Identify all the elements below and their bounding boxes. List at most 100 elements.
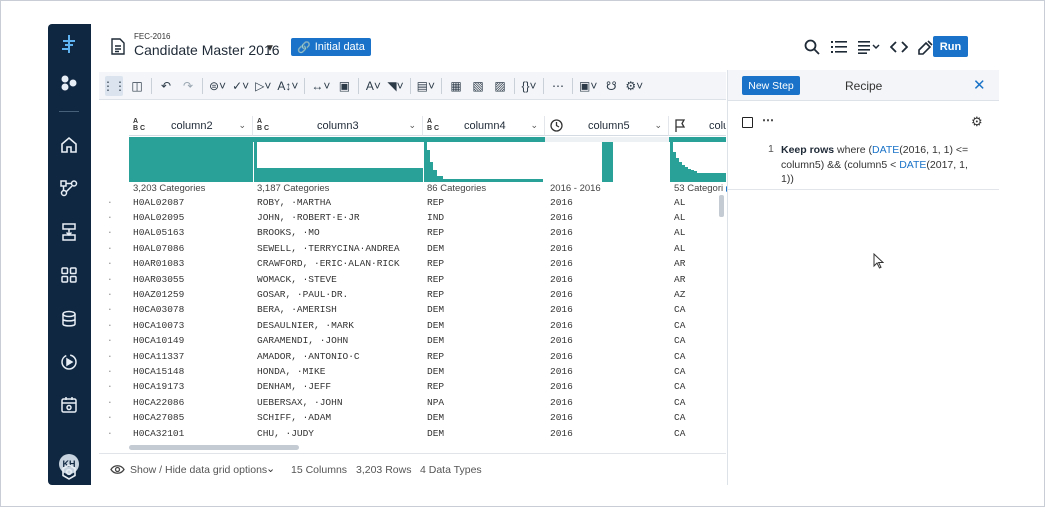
merge-icon[interactable]: ☋ — [603, 76, 619, 96]
table-cell[interactable]: 2016 — [550, 412, 573, 423]
table-cell[interactable]: REP — [427, 197, 444, 208]
table-row[interactable]: · H0CA03078 BERA, ·AMERISH DEM 2016 CA — [99, 303, 726, 318]
table-cell[interactable]: 2016 — [550, 274, 573, 285]
plans-icon[interactable] — [59, 222, 79, 242]
table-cell[interactable]: DEM — [427, 243, 444, 254]
chevron-down-icon[interactable]: ⌄ — [238, 120, 246, 131]
more-options-icon[interactable]: ⋯ — [550, 76, 566, 96]
table-cell[interactable]: SCHIFF, ·ADAM — [257, 412, 331, 423]
table-row[interactable]: · H0AL02095 JOHN, ·ROBERT·E·JR IND 2016 AL — [99, 211, 726, 226]
table-cell[interactable]: IND — [427, 212, 444, 223]
table-cell[interactable]: H0AL05163 — [133, 227, 184, 238]
table-cell[interactable]: CA — [674, 335, 685, 346]
table-row[interactable]: · H0CA32101 CHU, ·JUDY DEM 2016 CA — [99, 427, 726, 442]
table-cell[interactable]: H0CA32101 — [133, 428, 184, 439]
more-options-icon[interactable]: ⋯ — [762, 113, 774, 127]
table-cell[interactable]: 2016 — [550, 366, 573, 377]
table-row[interactable]: · H0AL05163 BROOKS, ·MO REP 2016 AL — [99, 226, 726, 241]
table-cell[interactable]: DEM — [427, 428, 444, 439]
table-cell[interactable]: WOMACK, ·STEVE — [257, 274, 337, 285]
column-details-icon[interactable] — [857, 38, 881, 56]
table-cell[interactable]: REP — [427, 289, 444, 300]
table-cell[interactable]: 2016 — [550, 397, 573, 408]
table-cell[interactable]: DEM — [427, 304, 444, 315]
table-cell[interactable]: ROBY, ·MARTHA — [257, 197, 331, 208]
settings-sliders-icon[interactable]: ⚙˅ — [625, 76, 643, 96]
table-cell[interactable]: SEWELL, ·TERRYCINA·ANDREA — [257, 243, 400, 254]
library-grid-icon[interactable] — [59, 265, 79, 285]
split-column-icon[interactable]: ▣ — [336, 76, 352, 96]
horizontal-scrollbar[interactable] — [129, 445, 299, 450]
table-row[interactable]: · H0CA10073 DESAULNIER, ·MARK DEM 2016 CA — [99, 319, 726, 334]
table-cell[interactable]: H0CA10149 — [133, 335, 184, 346]
recipe-step[interactable]: Keep rows where (DATE(2016, 1, 1) <= col… — [781, 143, 981, 187]
table-cell[interactable]: GARAMENDI, ·JOHN — [257, 335, 348, 346]
table-cell[interactable]: REP — [427, 274, 444, 285]
table-cell[interactable]: AMADOR, ·ANTONIO·C — [257, 351, 360, 362]
clean-icon[interactable]: ◥˅ — [387, 76, 403, 96]
select-icon[interactable]: ▣˅ — [579, 76, 597, 96]
table-cell[interactable]: DEM — [427, 335, 444, 346]
table-cell[interactable]: AL — [674, 212, 685, 223]
table-cell[interactable]: H0CA27085 — [133, 412, 184, 423]
table-row[interactable]: · H0CA27085 SCHIFF, ·ADAM DEM 2016 CA — [99, 411, 726, 426]
table-cell[interactable]: 2016 — [550, 212, 573, 223]
eye-icon[interactable] — [110, 464, 125, 478]
group-icon[interactable]: ▤˅ — [417, 76, 435, 96]
table-cell[interactable]: H0AL02087 — [133, 197, 184, 208]
table-cell[interactable]: AZ — [674, 289, 685, 300]
move-column-icon[interactable]: ↔˅ — [311, 76, 330, 96]
column3-histogram[interactable] — [253, 137, 423, 182]
table-cell[interactable]: DEM — [427, 320, 444, 331]
table-row[interactable]: · H0CA11337 AMADOR, ·ANTONIO·C REP 2016 CA — [99, 350, 726, 365]
table-row[interactable]: · H0CA15148 HONDA, ·MIKE DEM 2016 CA — [99, 365, 726, 380]
table-cell[interactable]: NPA — [427, 397, 444, 408]
table-cell[interactable]: BERA, ·AMERISH — [257, 304, 337, 315]
table-cell[interactable]: REP — [427, 227, 444, 238]
app-logo-icon[interactable] — [59, 34, 79, 54]
flows-icon[interactable] — [59, 73, 79, 93]
table-cell[interactable]: CA — [674, 366, 685, 377]
table-cell[interactable]: CA — [674, 351, 685, 362]
table-cell[interactable]: H0CA11337 — [133, 351, 184, 362]
columns-view-icon[interactable]: ◫ — [129, 76, 145, 96]
undo-icon[interactable]: ↶ — [158, 76, 174, 96]
table-cell[interactable]: CA — [674, 320, 685, 331]
table-row[interactable]: · H0AL07086 SEWELL, ·TERRYCINA·ANDREA DEM 20… — [99, 242, 726, 257]
table-cell[interactable]: REP — [427, 381, 444, 392]
redo-icon[interactable]: ↷ — [180, 76, 196, 96]
chevron-down-icon[interactable]: ⌄ — [654, 120, 662, 131]
table-cell[interactable]: 2016 — [550, 428, 573, 439]
table-row[interactable]: · H0CA22086 UEBERSAX, ·JOHN NPA 2016 CA — [99, 396, 726, 411]
table-row[interactable]: · H0AR01083 CRAWFORD, ·ERIC·ALAN·RICK REP 20… — [99, 257, 726, 272]
table-cell[interactable]: DESAULNIER, ·MARK — [257, 320, 354, 331]
dataset-title[interactable]: Candidate Master 2016 — [134, 42, 280, 58]
table-cell[interactable]: H0CA03078 — [133, 304, 184, 315]
table-cell[interactable]: HONDA, ·MIKE — [257, 366, 325, 377]
table-cell[interactable]: H0AZ01259 — [133, 289, 184, 300]
table-cell[interactable]: 2016 — [550, 243, 573, 254]
table-cell[interactable]: AL — [674, 227, 685, 238]
chevron-down-icon[interactable]: ⌄ — [530, 120, 538, 131]
table-cell[interactable]: CA — [674, 304, 685, 315]
table-cell[interactable]: 2016 — [550, 335, 573, 346]
table-cell[interactable]: REP — [427, 258, 444, 269]
table-cell[interactable]: JOHN, ·ROBERT·E·JR — [257, 212, 360, 223]
column4-histogram[interactable] — [423, 137, 545, 182]
table-cell[interactable]: H0CA10073 — [133, 320, 184, 331]
table-cell[interactable]: CA — [674, 412, 685, 423]
pivot-icon[interactable]: ▦ — [448, 76, 464, 96]
table-row[interactable]: · H0AL02087 ROBY, ·MARTHA REP 2016 AL — [99, 196, 726, 211]
column-header-column2[interactable]: AB C column2 ⌄ — [129, 116, 253, 136]
flow-diagram-icon[interactable] — [59, 178, 79, 198]
run-button[interactable]: Run — [933, 36, 968, 57]
table-cell[interactable]: 2016 — [550, 258, 573, 269]
list-icon[interactable] — [830, 38, 848, 56]
table-row[interactable]: · H0AZ01259 GOSAR, ·PAUL·DR. REP 2016 AZ — [99, 288, 726, 303]
chevron-down-icon[interactable]: ⌄ — [266, 462, 275, 475]
column6-histogram[interactable] — [669, 137, 726, 182]
table-cell[interactable]: H0CA22086 — [133, 397, 184, 408]
chevron-down-icon[interactable]: ⌄ — [408, 120, 416, 131]
table-row[interactable]: · H0CA10149 GARAMENDI, ·JOHN DEM 2016 CA — [99, 334, 726, 349]
table-cell[interactable]: DEM — [427, 412, 444, 423]
